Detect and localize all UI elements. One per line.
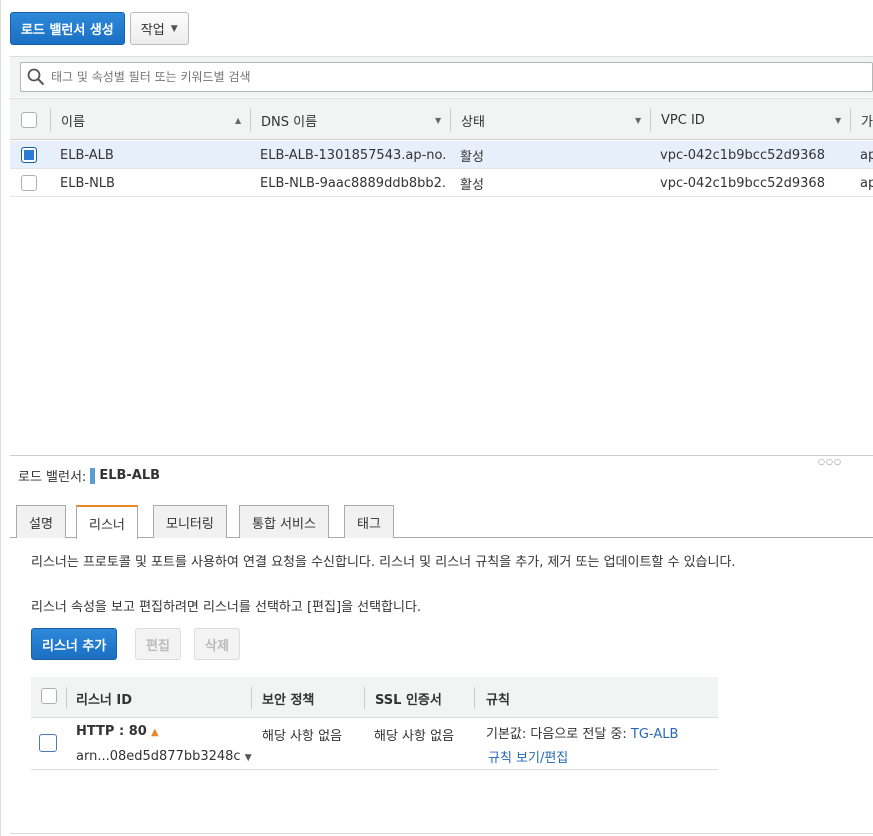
- column-header-rules: 규칙: [486, 693, 510, 708]
- rule-default-label: 기본값:: [486, 727, 527, 742]
- column-header-extra[interactable]: 가: [861, 99, 873, 141]
- row-checkbox-cell[interactable]: [21, 169, 37, 197]
- actions-button[interactable]: 작업 ▼: [129, 12, 189, 45]
- delete-button[interactable]: 삭제: [194, 628, 240, 660]
- tab-listeners[interactable]: 리스너: [76, 505, 138, 539]
- listener-table-header: 리스너 ID 보안 정책 SSL 인증서 규칙: [31, 677, 718, 718]
- column-separator: [450, 109, 451, 131]
- chevron-down-icon[interactable]: ▼: [245, 753, 252, 763]
- detail-title: 로드 밸런서: ELB-ALB: [18, 466, 160, 485]
- column-header-name[interactable]: 이름: [61, 99, 85, 141]
- search-icon: [27, 68, 45, 86]
- row-checkbox[interactable]: [21, 147, 37, 163]
- edit-button[interactable]: 편집: [135, 628, 181, 660]
- detail-tabs: 설명 리스너 모니터링 통합 서비스 태그: [10, 505, 873, 539]
- actions-label: 작업: [140, 23, 165, 38]
- table-header: 이름 ▲ DNS 이름 ▼ 상태 ▼ VPC ID ▼ 가: [10, 98, 873, 140]
- listener-row[interactable]: HTTP : 80 ▲ arn...08ed5d877bb3248c ▼ 해당 …: [31, 718, 718, 770]
- warning-icon: ▲: [150, 727, 159, 738]
- detail-title-prefix: 로드 밸런서:: [18, 470, 87, 485]
- sort-icon[interactable]: ▼: [835, 116, 841, 125]
- column-header-ssl: SSL 인증서: [375, 693, 442, 708]
- listener-arn: arn...08ed5d877bb3248c: [76, 749, 241, 764]
- column-separator: [66, 687, 67, 709]
- chevron-down-icon: ▼: [170, 23, 178, 34]
- column-separator: [850, 109, 851, 131]
- listener-policy: 해당 사항 없음: [262, 729, 343, 744]
- rule-forward-text: 다음으로 전달 중:: [530, 727, 627, 742]
- listener-select-all-checkbox[interactable]: [41, 688, 57, 704]
- row-extra: ap: [860, 175, 873, 191]
- tab-description[interactable]: 설명: [16, 505, 66, 538]
- tab-monitoring[interactable]: 모니터링: [153, 505, 227, 538]
- select-all-checkbox[interactable]: [21, 112, 37, 128]
- row-vpc: vpc-042c1b9bcc52d9368: [660, 175, 825, 191]
- column-separator: [251, 687, 252, 709]
- left-border: [0, 0, 1, 836]
- listener-arn-cell[interactable]: arn...08ed5d877bb3248c ▼: [76, 749, 252, 764]
- listener-protocol: HTTP : 80: [76, 724, 147, 739]
- row-vpc: vpc-042c1b9bcc52d9368: [660, 147, 825, 163]
- listener-row-checkbox[interactable]: [39, 734, 57, 752]
- row-extra: ap: [860, 147, 873, 163]
- column-header-state[interactable]: 상태: [461, 99, 485, 141]
- column-header-dns[interactable]: DNS 이름: [261, 99, 317, 141]
- panel-splitter[interactable]: [10, 455, 873, 456]
- column-separator: [650, 109, 651, 131]
- column-separator: [474, 687, 475, 709]
- view-edit-rules-link[interactable]: 규칙 보기/편집: [488, 747, 568, 766]
- drag-handle-icon[interactable]: ○○○: [818, 457, 842, 466]
- bottom-border: [10, 833, 873, 834]
- sort-icon[interactable]: ▼: [435, 116, 441, 125]
- create-load-balancer-button[interactable]: 로드 밸런서 생성: [10, 12, 125, 45]
- add-listener-button[interactable]: 리스너 추가: [31, 628, 118, 660]
- column-separator: [364, 687, 365, 709]
- search-box[interactable]: [20, 62, 873, 92]
- select-all-checkbox-cell[interactable]: [21, 99, 37, 141]
- row-checkbox-cell[interactable]: [21, 141, 37, 169]
- row-state: 활성: [460, 177, 484, 193]
- row-state: 활성: [460, 149, 484, 165]
- row-name: ELB-ALB: [60, 147, 114, 163]
- column-separator: [50, 109, 51, 131]
- toolbar: 로드 밸런서 생성 작업 ▼: [10, 12, 189, 45]
- column-header-vpc[interactable]: VPC ID: [661, 99, 705, 141]
- tab-tags[interactable]: 태그: [344, 505, 394, 538]
- row-dns: ELB-NLB-9aac8889ddb8bb2...: [260, 175, 445, 191]
- detail-title-name: ELB-ALB: [99, 468, 161, 483]
- selection-bar: [90, 467, 96, 484]
- column-separator: [250, 109, 251, 131]
- search-bar: [10, 56, 873, 97]
- sort-ascending-icon[interactable]: ▲: [235, 116, 241, 125]
- search-input[interactable]: [51, 70, 831, 84]
- row-dns: ELB-ALB-1301857543.ap-no...: [260, 147, 445, 163]
- row-checkbox[interactable]: [21, 175, 37, 191]
- target-group-link[interactable]: TG-ALB: [631, 727, 678, 742]
- table-row[interactable]: ELB-ALB ELB-ALB-1301857543.ap-no... 활성 v…: [10, 141, 873, 169]
- tab-integrated-services[interactable]: 통합 서비스: [239, 505, 329, 538]
- listener-help-text: 리스너 속성을 보고 편집하려면 리스너를 선택하고 [편집]을 선택합니다.: [31, 600, 422, 615]
- column-header-listener-id: 리스너 ID: [76, 693, 133, 708]
- column-header-policy: 보안 정책: [262, 693, 315, 708]
- table-row[interactable]: ELB-NLB ELB-NLB-9aac8889ddb8bb2... 활성 vp…: [10, 169, 873, 197]
- listener-rule-default: 기본값: 다음으로 전달 중: TG-ALB: [486, 723, 678, 742]
- listener-ssl: 해당 사항 없음: [374, 729, 455, 744]
- row-name: ELB-NLB: [60, 175, 115, 191]
- sort-icon[interactable]: ▼: [635, 116, 641, 125]
- listener-description: 리스너는 프로토콜 및 포트를 사용하여 연결 요청을 수신합니다. 리스너 및…: [31, 555, 736, 570]
- listener-protocol-cell: HTTP : 80 ▲: [76, 724, 159, 739]
